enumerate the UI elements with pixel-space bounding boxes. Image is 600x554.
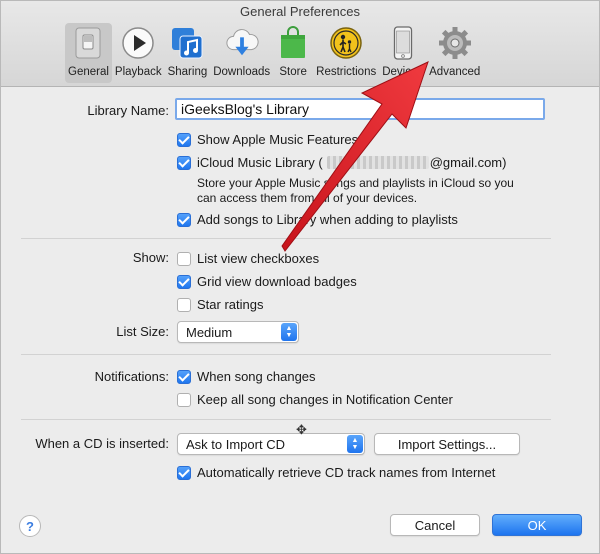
show-apple-music-label: Show Apple Music Features xyxy=(197,132,359,147)
cancel-button[interactable]: Cancel xyxy=(390,514,480,536)
show-label: Show: xyxy=(132,250,169,265)
general-pane: Library Name: Show Apple Music Features … xyxy=(1,88,599,554)
help-button[interactable]: ? xyxy=(19,515,41,537)
add-songs-checkbox[interactable]: Add songs to Library when adding to play… xyxy=(177,212,458,227)
title-bar: General Preferences General Playback Sha… xyxy=(1,1,599,87)
library-name-label: Library Name: xyxy=(87,103,169,118)
tab-advanced[interactable]: Advanced xyxy=(426,23,483,83)
auto-retrieve-cd-names-checkbox[interactable]: Automatically retrieve CD track names fr… xyxy=(177,465,495,480)
sharing-music-icon xyxy=(170,26,204,60)
checkbox-checked xyxy=(177,212,191,227)
tab-devices-label: Devices xyxy=(382,66,424,78)
tab-downloads[interactable]: Downloads xyxy=(210,23,273,83)
tab-playback[interactable]: Playback xyxy=(112,23,165,83)
import-settings-button[interactable]: Import Settings... xyxy=(374,433,520,455)
grid-view-badges-checkbox[interactable]: Grid view download badges xyxy=(177,274,357,289)
move-cursor-icon: ✥ xyxy=(296,422,307,437)
iphone-device-icon xyxy=(386,26,420,60)
play-icon xyxy=(121,26,155,60)
cd-inserted-value: Ask to Import CD xyxy=(186,436,285,452)
separator xyxy=(21,238,551,239)
select-arrows-icon: ▲ ▼ xyxy=(347,435,363,453)
store-bag-icon xyxy=(276,26,310,60)
tab-restrictions[interactable]: Restrictions xyxy=(313,23,379,83)
general-switch-icon xyxy=(71,26,105,60)
show-apple-music-checkbox[interactable]: Show Apple Music Features xyxy=(177,132,358,147)
when-song-changes-checkbox[interactable]: When song changes xyxy=(177,369,316,384)
tab-downloads-label: Downloads xyxy=(213,66,271,78)
checkbox-checked xyxy=(177,369,191,384)
library-name-input[interactable] xyxy=(175,98,545,120)
checkbox-checked xyxy=(177,132,191,147)
star-ratings-label: Star ratings xyxy=(197,297,264,312)
icloud-note-line1: Store your Apple Music songs and playlis… xyxy=(197,176,514,190)
list-view-checkboxes-label: List view checkboxes xyxy=(197,251,320,266)
cloud-download-icon xyxy=(225,26,259,60)
preferences-window: General Preferences General Playback Sha… xyxy=(0,0,600,554)
add-songs-label: Add songs to Library when adding to play… xyxy=(197,212,458,227)
list-size-label: List Size: xyxy=(116,324,169,339)
restrictions-parental-icon xyxy=(329,26,363,60)
tab-playback-label: Playback xyxy=(114,66,162,78)
tab-general[interactable]: General xyxy=(65,23,112,83)
preferences-toolbar: General Playback Sharing Downloads Store… xyxy=(65,23,483,83)
tab-sharing[interactable]: Sharing xyxy=(165,23,211,83)
icloud-prefix-label: iCloud Music Library ( xyxy=(197,155,323,170)
checkbox-unchecked xyxy=(177,392,191,407)
redacted-email xyxy=(326,156,429,169)
checkbox-unchecked xyxy=(177,251,191,266)
tab-sharing-label: Sharing xyxy=(167,66,208,78)
separator xyxy=(21,419,551,420)
tab-devices[interactable]: Devices xyxy=(379,23,426,83)
list-size-select[interactable]: Medium ▲ ▼ xyxy=(177,321,299,343)
when-song-changes-label: When song changes xyxy=(197,369,316,384)
icloud-note-line2: can access them from all of your devices… xyxy=(197,191,418,205)
checkbox-checked xyxy=(177,274,191,289)
gear-icon xyxy=(438,26,472,60)
star-ratings-checkbox[interactable]: Star ratings xyxy=(177,297,263,312)
icloud-music-library-checkbox[interactable]: iCloud Music Library ( @gmail.com) xyxy=(177,155,506,170)
cd-inserted-label: When a CD is inserted: xyxy=(35,436,169,451)
icloud-suffix-label: @gmail.com) xyxy=(429,155,507,170)
checkbox-unchecked xyxy=(177,297,191,312)
cd-inserted-select[interactable]: Ask to Import CD ▲ ▼ xyxy=(177,433,365,455)
grid-view-badges-label: Grid view download badges xyxy=(197,274,357,289)
keep-all-song-changes-checkbox[interactable]: Keep all song changes in Notification Ce… xyxy=(177,392,453,407)
window-title: General Preferences xyxy=(240,4,360,19)
separator xyxy=(21,354,551,355)
tab-general-label: General xyxy=(68,66,109,78)
tab-store[interactable]: Store xyxy=(273,23,313,83)
keep-all-song-changes-label: Keep all song changes in Notification Ce… xyxy=(197,392,453,407)
auto-retrieve-cd-names-label: Automatically retrieve CD track names fr… xyxy=(197,465,496,480)
checkbox-checked xyxy=(177,465,191,480)
checkbox-checked xyxy=(177,155,191,170)
select-arrows-icon: ▲ ▼ xyxy=(281,323,297,341)
list-size-value: Medium xyxy=(186,324,233,340)
notifications-label: Notifications: xyxy=(94,369,169,384)
list-view-checkboxes-checkbox[interactable]: List view checkboxes xyxy=(177,251,319,266)
tab-advanced-label: Advanced xyxy=(429,66,481,78)
tab-restrictions-label: Restrictions xyxy=(316,66,377,78)
tab-store-label: Store xyxy=(279,66,307,78)
ok-button[interactable]: OK xyxy=(492,514,582,536)
